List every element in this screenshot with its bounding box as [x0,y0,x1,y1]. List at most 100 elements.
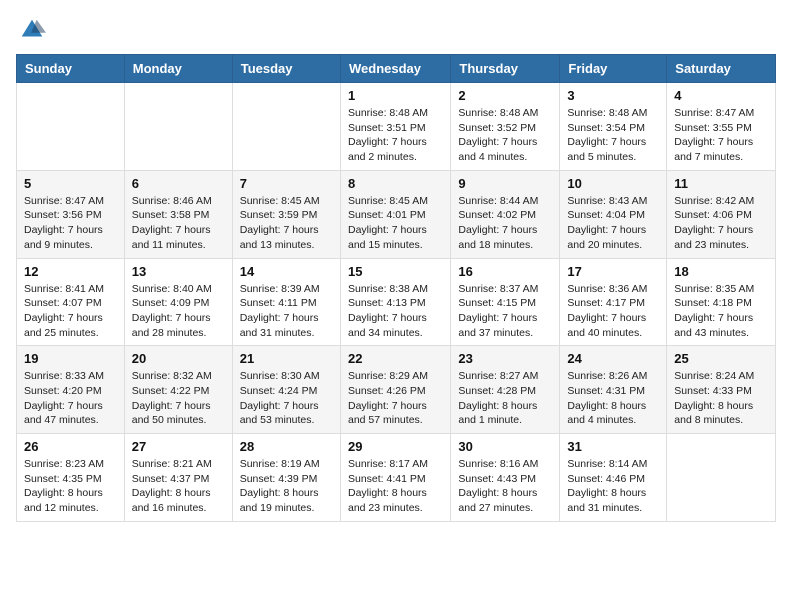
calendar-day-header: Tuesday [232,55,340,83]
day-number: 11 [674,176,768,191]
day-info: Sunrise: 8:38 AM Sunset: 4:13 PM Dayligh… [348,282,443,341]
calendar-cell: 13 Sunrise: 8:40 AM Sunset: 4:09 PM Dayli… [124,258,232,346]
calendar-cell: 24 Sunrise: 8:26 AM Sunset: 4:31 PM Dayli… [560,346,667,434]
calendar-body: 1Sunrise: 8:48 AM Sunset: 3:51 PM Daylig… [17,83,776,522]
day-info: Sunrise: 8:48 AM Sunset: 3:52 PM Dayligh… [458,106,552,165]
calendar-week-row: 26 Sunrise: 8:23 AM Sunset: 4:35 PM Dayli… [17,434,776,522]
day-number: 24 [567,351,659,366]
calendar-cell: 29Sunrise: 8:17 AM Sunset: 4:41 PM Dayli… [340,434,450,522]
day-info: Sunrise: 8:29 AM Sunset: 4:26 PM Dayligh… [348,369,443,428]
day-info: Sunrise: 8:41 AM Sunset: 4:07 PM Dayligh… [24,282,117,341]
calendar-cell: 1Sunrise: 8:48 AM Sunset: 3:51 PM Daylig… [340,83,450,171]
day-number: 4 [674,88,768,103]
day-number: 13 [132,264,225,279]
day-number: 8 [348,176,443,191]
calendar-day-header: Thursday [451,55,560,83]
logo [16,16,46,44]
day-number: 28 [240,439,333,454]
calendar-cell: 25Sunrise: 8:24 AM Sunset: 4:33 PM Dayli… [667,346,776,434]
day-info: Sunrise: 8:43 AM Sunset: 4:04 PM Dayligh… [567,194,659,253]
calendar-cell: 21Sunrise: 8:30 AM Sunset: 4:24 PM Dayli… [232,346,340,434]
calendar-cell: 30 Sunrise: 8:16 AM Sunset: 4:43 PM Dayli… [451,434,560,522]
day-number: 5 [24,176,117,191]
day-info: Sunrise: 8:45 AM Sunset: 3:59 PM Dayligh… [240,194,333,253]
calendar-day-header: Friday [560,55,667,83]
calendar-cell: 11 Sunrise: 8:42 AM Sunset: 4:06 PM Dayli… [667,170,776,258]
day-number: 12 [24,264,117,279]
day-info: Sunrise: 8:46 AM Sunset: 3:58 PM Dayligh… [132,194,225,253]
day-info: Sunrise: 8:23 AM Sunset: 4:35 PM Dayligh… [24,457,117,516]
day-info: Sunrise: 8:47 AM Sunset: 3:55 PM Dayligh… [674,106,768,165]
logo-icon [18,16,46,44]
calendar-header-row: SundayMondayTuesdayWednesdayThursdayFrid… [17,55,776,83]
calendar-cell: 22Sunrise: 8:29 AM Sunset: 4:26 PM Dayli… [340,346,450,434]
day-info: Sunrise: 8:44 AM Sunset: 4:02 PM Dayligh… [458,194,552,253]
day-number: 16 [458,264,552,279]
day-info: Sunrise: 8:39 AM Sunset: 4:11 PM Dayligh… [240,282,333,341]
calendar-cell: 27Sunrise: 8:21 AM Sunset: 4:37 PM Dayli… [124,434,232,522]
calendar-cell: 2 Sunrise: 8:48 AM Sunset: 3:52 PM Daylig… [451,83,560,171]
day-number: 14 [240,264,333,279]
calendar-table: SundayMondayTuesdayWednesdayThursdayFrid… [16,54,776,522]
calendar-day-header: Sunday [17,55,125,83]
day-info: Sunrise: 8:26 AM Sunset: 4:31 PM Dayligh… [567,369,659,428]
calendar-cell: 28 Sunrise: 8:19 AM Sunset: 4:39 PM Dayli… [232,434,340,522]
day-number: 21 [240,351,333,366]
calendar-cell: 31 Sunrise: 8:14 AM Sunset: 4:46 PM Dayli… [560,434,667,522]
calendar-cell: 3 Sunrise: 8:48 AM Sunset: 3:54 PM Daylig… [560,83,667,171]
day-info: Sunrise: 8:45 AM Sunset: 4:01 PM Dayligh… [348,194,443,253]
calendar-cell [667,434,776,522]
day-number: 17 [567,264,659,279]
day-number: 3 [567,88,659,103]
calendar-day-header: Saturday [667,55,776,83]
day-info: Sunrise: 8:47 AM Sunset: 3:56 PM Dayligh… [24,194,117,253]
calendar-week-row: 12 Sunrise: 8:41 AM Sunset: 4:07 PM Dayli… [17,258,776,346]
day-number: 20 [132,351,225,366]
day-number: 26 [24,439,117,454]
day-info: Sunrise: 8:40 AM Sunset: 4:09 PM Dayligh… [132,282,225,341]
day-info: Sunrise: 8:24 AM Sunset: 4:33 PM Dayligh… [674,369,768,428]
calendar-cell [17,83,125,171]
day-number: 19 [24,351,117,366]
day-info: Sunrise: 8:32 AM Sunset: 4:22 PM Dayligh… [132,369,225,428]
day-info: Sunrise: 8:21 AM Sunset: 4:37 PM Dayligh… [132,457,225,516]
calendar-cell: 17 Sunrise: 8:36 AM Sunset: 4:17 PM Dayli… [560,258,667,346]
calendar-cell: 9 Sunrise: 8:44 AM Sunset: 4:02 PM Daylig… [451,170,560,258]
page-header [16,16,776,44]
calendar-cell: 12 Sunrise: 8:41 AM Sunset: 4:07 PM Dayli… [17,258,125,346]
day-number: 29 [348,439,443,454]
day-info: Sunrise: 8:19 AM Sunset: 4:39 PM Dayligh… [240,457,333,516]
day-info: Sunrise: 8:42 AM Sunset: 4:06 PM Dayligh… [674,194,768,253]
calendar-cell: 23Sunrise: 8:27 AM Sunset: 4:28 PM Dayli… [451,346,560,434]
day-number: 18 [674,264,768,279]
calendar-cell: 7 Sunrise: 8:45 AM Sunset: 3:59 PM Daylig… [232,170,340,258]
day-number: 15 [348,264,443,279]
day-info: Sunrise: 8:14 AM Sunset: 4:46 PM Dayligh… [567,457,659,516]
day-info: Sunrise: 8:35 AM Sunset: 4:18 PM Dayligh… [674,282,768,341]
calendar-cell: 20 Sunrise: 8:32 AM Sunset: 4:22 PM Dayli… [124,346,232,434]
day-number: 7 [240,176,333,191]
calendar-day-header: Monday [124,55,232,83]
calendar-cell: 10Sunrise: 8:43 AM Sunset: 4:04 PM Dayli… [560,170,667,258]
day-number: 2 [458,88,552,103]
day-number: 9 [458,176,552,191]
calendar-cell: 4 Sunrise: 8:47 AM Sunset: 3:55 PM Daylig… [667,83,776,171]
day-info: Sunrise: 8:37 AM Sunset: 4:15 PM Dayligh… [458,282,552,341]
calendar-week-row: 5 Sunrise: 8:47 AM Sunset: 3:56 PM Daylig… [17,170,776,258]
calendar-cell: 26 Sunrise: 8:23 AM Sunset: 4:35 PM Dayli… [17,434,125,522]
calendar-cell: 14 Sunrise: 8:39 AM Sunset: 4:11 PM Dayli… [232,258,340,346]
day-info: Sunrise: 8:33 AM Sunset: 4:20 PM Dayligh… [24,369,117,428]
day-info: Sunrise: 8:16 AM Sunset: 4:43 PM Dayligh… [458,457,552,516]
calendar-day-header: Wednesday [340,55,450,83]
calendar-cell: 8 Sunrise: 8:45 AM Sunset: 4:01 PM Daylig… [340,170,450,258]
calendar-cell [232,83,340,171]
calendar-cell: 6Sunrise: 8:46 AM Sunset: 3:58 PM Daylig… [124,170,232,258]
day-number: 30 [458,439,552,454]
day-info: Sunrise: 8:36 AM Sunset: 4:17 PM Dayligh… [567,282,659,341]
calendar-week-row: 1Sunrise: 8:48 AM Sunset: 3:51 PM Daylig… [17,83,776,171]
day-number: 1 [348,88,443,103]
day-number: 23 [458,351,552,366]
calendar-cell: 18 Sunrise: 8:35 AM Sunset: 4:18 PM Dayli… [667,258,776,346]
day-info: Sunrise: 8:48 AM Sunset: 3:54 PM Dayligh… [567,106,659,165]
day-number: 31 [567,439,659,454]
